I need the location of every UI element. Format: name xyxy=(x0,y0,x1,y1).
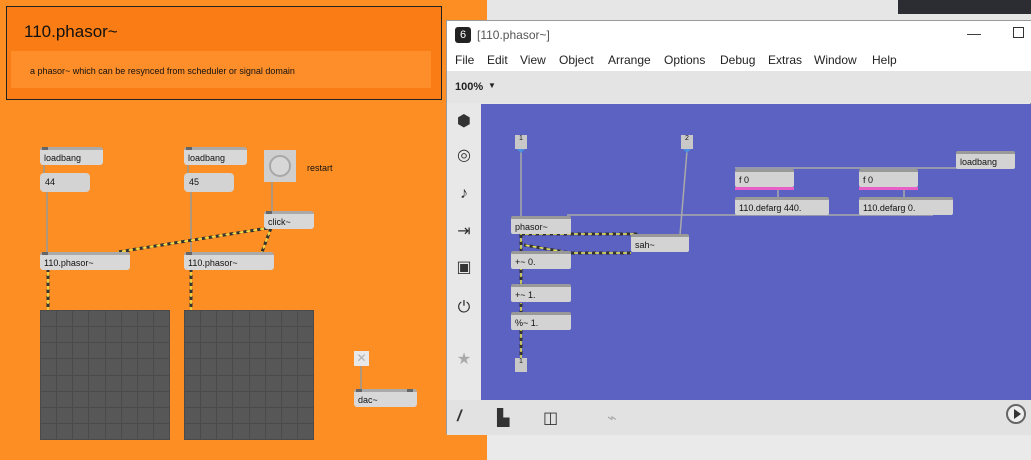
menu-edit[interactable]: Edit xyxy=(487,53,508,67)
star-icon[interactable]: ★ xyxy=(453,349,475,371)
zoom-level[interactable]: 100% xyxy=(455,81,483,93)
plus-zero-object[interactable]: +~ 0. xyxy=(511,251,571,269)
inlet-2[interactable]: 2 xyxy=(681,135,693,153)
patch-description: a phasor~ which can be resynced from sch… xyxy=(30,66,295,76)
window-title: [110.phasor~] xyxy=(477,28,550,42)
image-icon[interactable]: ▣ xyxy=(453,257,475,279)
play-icon[interactable] xyxy=(1006,404,1026,424)
sah-object[interactable]: sah~ xyxy=(631,234,689,252)
plus-one-object[interactable]: +~ 1. xyxy=(511,284,571,302)
patch-title: 110.phasor~ xyxy=(24,22,118,41)
menu-help[interactable]: Help xyxy=(872,53,897,67)
edit-pencil-icon[interactable]: / xyxy=(457,408,461,426)
chevron-down-icon[interactable]: ▼ xyxy=(488,81,496,90)
dac-object[interactable]: dac~ xyxy=(354,389,417,407)
minimize-icon[interactable]: — xyxy=(967,25,981,41)
bottom-toolbar: / ▙ ◫ ⌁ xyxy=(447,400,1031,435)
modulo-object[interactable]: %~ 1. xyxy=(511,312,571,330)
defarg-440-object[interactable]: 110.defarg 440. xyxy=(735,197,829,215)
outlet-1[interactable]: 1 xyxy=(515,358,527,372)
defarg-0-object[interactable]: 110.defarg 0. xyxy=(859,197,953,215)
menu-view[interactable]: View xyxy=(520,53,546,67)
float-object-b[interactable]: f 0 xyxy=(859,169,918,190)
restart-bang-button[interactable] xyxy=(264,150,296,182)
menu-window[interactable]: Window xyxy=(814,53,857,67)
presentation-icon[interactable]: ▙ xyxy=(497,408,509,428)
phasor-inner-object[interactable]: phasor~ xyxy=(511,216,571,234)
menu-object[interactable]: Object xyxy=(559,53,594,67)
menu-bar: File Edit View Object Arrange Options De… xyxy=(447,49,1031,71)
close-x-icon[interactable]: ✕ xyxy=(354,351,369,366)
subpatch-window[interactable]: 6 [110.phasor~] — File Edit View Object … xyxy=(446,20,1031,435)
menu-debug[interactable]: Debug xyxy=(720,53,755,67)
inlet-1[interactable]: 1 xyxy=(515,135,527,153)
background-dark-bar xyxy=(898,0,1031,14)
loadbang-inner-object[interactable]: loadbang xyxy=(956,151,1015,169)
float-object-a[interactable]: f 0 xyxy=(735,169,794,190)
bottom-strip xyxy=(487,434,1031,460)
cube-icon[interactable]: ⬢ xyxy=(453,111,475,133)
app-logo-icon: 6 xyxy=(455,27,471,43)
loadbang-object-2[interactable]: loadbang xyxy=(184,147,247,165)
click-object[interactable]: click~ xyxy=(264,211,314,229)
scope-grid-1 xyxy=(40,310,170,440)
menu-file[interactable]: File xyxy=(455,53,474,67)
loadbang-object-1[interactable]: loadbang xyxy=(40,147,103,165)
menu-arrange[interactable]: Arrange xyxy=(608,53,651,67)
message-44[interactable]: 44 xyxy=(40,173,90,192)
scope-grid-2 xyxy=(184,310,314,440)
left-toolbar: ⬢ ◎ ♪ ⇥ ▣ ⏻ ★ xyxy=(447,103,481,399)
windows-icon[interactable]: ◫ xyxy=(543,408,558,428)
target-icon[interactable]: ◎ xyxy=(453,145,475,167)
window-titlebar[interactable]: 6 [110.phasor~] — xyxy=(447,21,1031,49)
phasor-object-1[interactable]: 110.phasor~ xyxy=(40,252,130,270)
maximize-icon[interactable] xyxy=(1013,27,1024,38)
menu-extras[interactable]: Extras xyxy=(768,53,802,67)
restart-label: restart xyxy=(307,163,333,173)
top-toolbar: 100% ▼ xyxy=(447,71,1031,103)
plug-icon[interactable]: ⏻ xyxy=(453,299,475,321)
music-note-icon[interactable]: ♪ xyxy=(453,185,475,207)
menu-options[interactable]: Options xyxy=(664,53,705,67)
step-forward-icon[interactable]: ⇥ xyxy=(453,221,475,243)
paperclip-add-icon[interactable]: ⌁ xyxy=(607,408,617,428)
subpatch-canvas[interactable]: 1 2 1 phasor~ sah~ +~ 0. +~ 1. %~ 1. f 0… xyxy=(481,104,1031,400)
phasor-object-2[interactable]: 110.phasor~ xyxy=(184,252,274,270)
message-45[interactable]: 45 xyxy=(184,173,234,192)
